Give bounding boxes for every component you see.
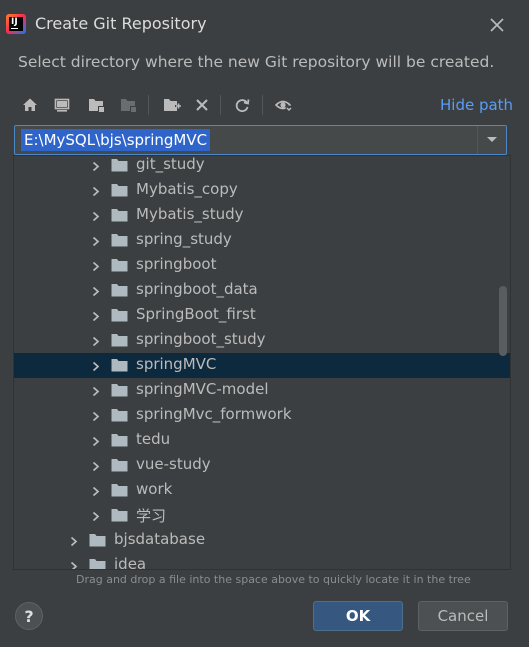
tree-row[interactable]: springboot_study — [14, 328, 510, 353]
dialog-subtitle: Select directory where the new Git repos… — [18, 53, 495, 71]
tree-row[interactable]: springboot_data — [14, 278, 510, 303]
chevron-right-icon[interactable] — [91, 260, 101, 272]
help-button[interactable]: ? — [15, 602, 43, 630]
tree-row[interactable]: vue-study — [14, 453, 510, 478]
new-folder-icon[interactable] — [160, 92, 184, 118]
tree-item-label: springMVC-model — [136, 380, 269, 398]
tree-item-label: SpringBoot_first — [136, 305, 256, 323]
tree-item-label: springMvc_formwork — [136, 405, 292, 423]
chevron-down-icon[interactable] — [477, 126, 506, 154]
dialog-title: Create Git Repository — [35, 14, 207, 33]
project-folder-icon[interactable] — [84, 92, 108, 118]
drag-drop-hint: Drag and drop a file into the space abov… — [76, 573, 471, 586]
chevron-right-icon[interactable] — [91, 160, 101, 172]
tree-row[interactable]: 学习 — [14, 503, 510, 528]
folder-icon — [111, 433, 128, 447]
home-icon[interactable] — [18, 92, 42, 118]
chevron-right-icon[interactable] — [91, 285, 101, 297]
chevron-right-icon[interactable] — [91, 460, 101, 472]
chevron-right-icon[interactable] — [91, 385, 101, 397]
chevron-right-icon[interactable] — [91, 410, 101, 422]
tree-scrollbar[interactable] — [499, 286, 507, 356]
chevron-right-icon[interactable] — [91, 185, 101, 197]
chevron-right-icon[interactable] — [91, 360, 101, 372]
tree-item-label: springboot_data — [136, 280, 258, 298]
chevron-right-icon[interactable] — [69, 535, 79, 547]
tree-row[interactable]: spring_study — [14, 228, 510, 253]
folder-icon — [111, 508, 128, 522]
toolbar-separator — [262, 95, 263, 115]
ok-button[interactable]: OK — [313, 601, 403, 631]
tree-item-label: git_study — [136, 155, 205, 173]
tree-row[interactable]: bjsdatabase — [14, 528, 510, 553]
tree-item-label: idea — [114, 555, 147, 570]
tree-row[interactable]: tedu — [14, 428, 510, 453]
folder-icon — [111, 483, 128, 497]
module-folder-icon — [116, 92, 140, 118]
close-icon[interactable] — [487, 15, 507, 35]
folder-icon — [111, 408, 128, 422]
tree-item-label: vue-study — [136, 455, 211, 473]
folder-icon — [111, 283, 128, 297]
cancel-button[interactable]: Cancel — [418, 601, 508, 631]
path-combobox[interactable]: E:\MySQL\bjs\springMVC — [14, 125, 507, 155]
tree-item-label: bjsdatabase — [114, 530, 206, 548]
chevron-right-icon[interactable] — [91, 510, 101, 522]
tree-item-label: spring_study — [136, 230, 232, 248]
title-bar: IJ Create Git Repository — [0, 0, 529, 50]
tree-item-label: springboot_study — [136, 330, 266, 348]
tree-item-label: 学习 — [136, 507, 167, 525]
folder-icon — [111, 208, 128, 222]
tree-item-label: springboot — [136, 255, 217, 273]
directory-tree[interactable]: git_study Mybatis_copy Mybatis_studyspring… — [13, 155, 511, 570]
tree-item-label: Mybatis_study — [136, 205, 244, 223]
chevron-right-icon[interactable] — [91, 485, 101, 497]
tree-item-label: tedu — [136, 430, 171, 448]
hide-path-link[interactable]: Hide path — [440, 96, 513, 114]
folder-icon — [111, 358, 128, 372]
refresh-icon[interactable] — [230, 92, 254, 118]
tree-row[interactable]: springMVC — [14, 353, 510, 378]
tree-row[interactable]: Mybatis_copy — [14, 178, 510, 203]
folder-icon — [111, 333, 128, 347]
folder-icon — [111, 158, 128, 172]
toolbar-separator — [148, 95, 149, 115]
intellij-app-icon: IJ — [6, 14, 26, 34]
folder-icon — [111, 258, 128, 272]
tree-row[interactable]: idea — [14, 553, 510, 570]
folder-icon — [111, 383, 128, 397]
chevron-right-icon[interactable] — [91, 435, 101, 447]
tree-item-label: Mybatis_copy — [136, 180, 238, 198]
desktop-icon[interactable] — [50, 92, 74, 118]
chevron-right-icon[interactable] — [91, 335, 101, 347]
folder-icon — [111, 233, 128, 247]
folder-icon — [89, 558, 106, 569]
tree-row[interactable]: git_study — [14, 155, 510, 178]
toolbar-separator — [220, 95, 221, 115]
chevron-right-icon[interactable] — [91, 310, 101, 322]
tree-item-label: work — [136, 480, 173, 498]
path-input[interactable]: E:\MySQL\bjs\springMVC — [21, 129, 211, 151]
chevron-right-icon[interactable] — [69, 560, 79, 569]
tree-row[interactable]: springboot — [14, 253, 510, 278]
tree-row[interactable]: Mybatis_study — [14, 203, 510, 228]
chevron-right-icon[interactable] — [91, 210, 101, 222]
folder-icon — [111, 458, 128, 472]
file-chooser-toolbar — [14, 92, 514, 118]
tree-item-label: springMVC — [136, 355, 217, 373]
folder-icon — [111, 183, 128, 197]
delete-icon[interactable] — [190, 92, 214, 118]
tree-row[interactable]: work — [14, 478, 510, 503]
folder-icon — [89, 533, 106, 547]
chevron-right-icon[interactable] — [91, 235, 101, 247]
folder-icon — [111, 308, 128, 322]
tree-row[interactable]: springMvc_formwork — [14, 403, 510, 428]
tree-row[interactable]: SpringBoot_first — [14, 303, 510, 328]
tree-row[interactable]: springMVC-model — [14, 378, 510, 403]
show-hidden-icon[interactable] — [272, 92, 296, 118]
